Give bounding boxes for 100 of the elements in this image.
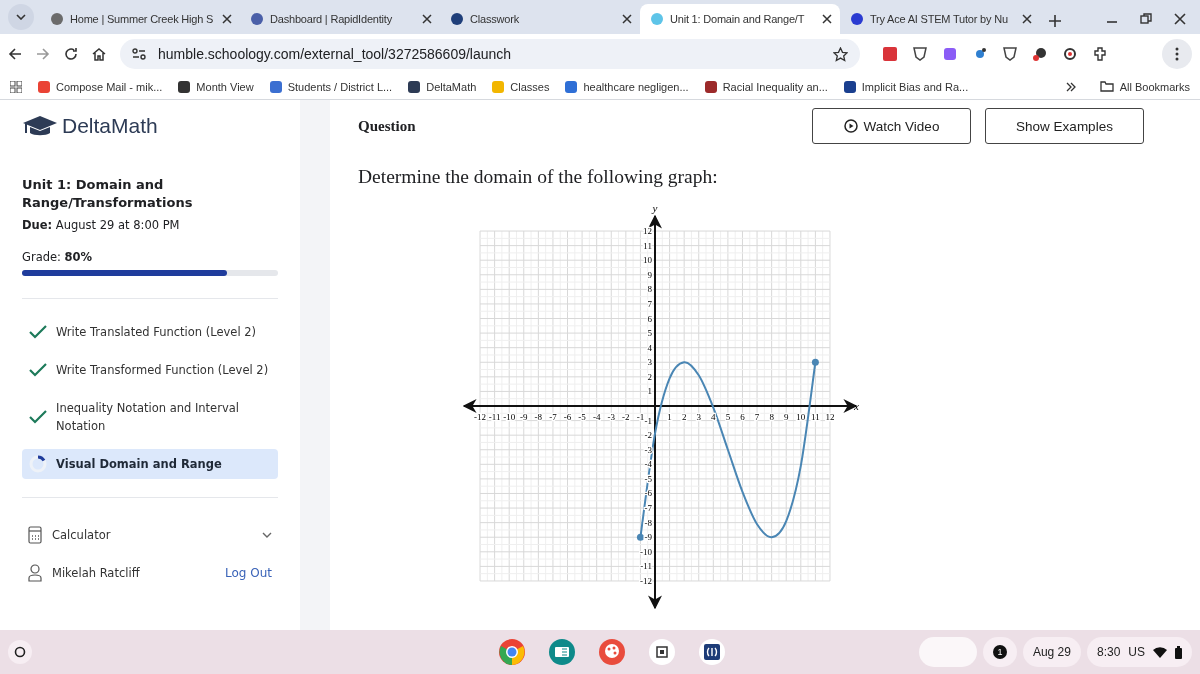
restore-icon[interactable] <box>1140 13 1152 25</box>
tab-search-button[interactable] <box>8 4 34 30</box>
extension-icon[interactable] <box>912 46 928 62</box>
tick-label: 3 <box>696 412 701 422</box>
tick-label: 1 <box>667 412 672 422</box>
tick-label: -12 <box>474 412 487 422</box>
menu-icon <box>1175 47 1179 61</box>
tick-label: -2 <box>644 430 652 441</box>
bookmark[interactable]: Month View <box>178 80 254 93</box>
tick-label: 4 <box>711 412 716 422</box>
grade-label: Grade: 80% <box>22 250 94 264</box>
tick-label: -10 <box>503 412 516 422</box>
graduation-cap-icon <box>22 114 58 138</box>
close-icon[interactable] <box>422 14 432 24</box>
bookmark[interactable]: Racial Inequality an... <box>704 80 828 93</box>
tick-label: -1 <box>636 412 645 422</box>
tick-label: -11 <box>640 561 652 572</box>
tick-label: -7 <box>549 412 557 422</box>
extension-icon[interactable] <box>1092 46 1108 62</box>
tick-label: 11 <box>643 240 652 251</box>
skill-item[interactable]: Visual Domain and Range <box>22 449 278 479</box>
close-icon[interactable] <box>1174 13 1186 25</box>
extension-icon[interactable] <box>1032 46 1048 62</box>
axis-label: y <box>652 202 658 214</box>
chevron-down-icon <box>16 14 26 20</box>
bookmark[interactable]: Classes <box>492 80 550 93</box>
user-icon <box>28 564 42 582</box>
play-icon <box>843 119 858 133</box>
close-icon[interactable] <box>622 14 632 24</box>
due-date: Due: August 29 at 8:00 PM <box>22 218 181 232</box>
examples-button[interactable]: Show Examples <box>985 108 1144 144</box>
extension-icon[interactable] <box>1062 46 1078 62</box>
bookmark[interactable]: Implicit Bias and Ra... <box>843 80 969 93</box>
tick-label: 7 <box>754 412 760 422</box>
user-name: Mikelah Ratcliff <box>52 566 140 580</box>
home-icon[interactable] <box>92 47 106 61</box>
tick-label: 3 <box>647 357 652 368</box>
section-heading: Question <box>358 117 416 135</box>
tick-label: 12 <box>643 226 652 237</box>
double-chevron-icon[interactable] <box>1065 81 1076 92</box>
tick-label: 6 <box>647 313 652 324</box>
calculator-menu[interactable]: Calculator <box>22 516 278 554</box>
back-arrow-icon[interactable] <box>8 47 22 61</box>
plus-icon[interactable] <box>1048 14 1062 28</box>
chevron-down-icon <box>262 532 272 538</box>
circle-icon <box>14 646 26 658</box>
browser-tab[interactable]: Dashboard | RapidIdentity <box>240 4 440 34</box>
date-button[interactable]: Aug 29 <box>1022 637 1081 667</box>
app-icon[interactable] <box>648 638 676 666</box>
tick-label: -4 <box>592 412 601 422</box>
check-icon <box>28 410 48 424</box>
reload-icon[interactable] <box>64 47 78 61</box>
bookmark[interactable]: Compose Mail - mik... <box>38 80 163 93</box>
extension-icon[interactable] <box>1002 46 1018 62</box>
bookmark[interactable]: healthcare negligen... <box>565 80 689 93</box>
tick-label: 8 <box>647 284 652 295</box>
tick-label: 10 <box>796 412 806 422</box>
browser-tab[interactable]: Unit 1: Domain and Range/T <box>640 4 840 34</box>
app-icon[interactable] <box>698 638 726 666</box>
skill-item[interactable]: Write Translated Function (Level 2) <box>22 317 278 347</box>
battery-icon <box>1175 645 1182 659</box>
launcher-button[interactable] <box>8 640 32 664</box>
tick-label: -7 <box>644 503 652 514</box>
calculator-icon <box>28 526 42 544</box>
bookmark-folder[interactable]: All Bookmarks <box>1099 80 1190 93</box>
tick-label: 12 <box>825 412 835 422</box>
notification-button[interactable]: 1 <box>982 637 1017 667</box>
logout-link[interactable]: Log Out <box>225 566 272 580</box>
address-bar[interactable]: humble.schoology.com/external_tool/3272586609/launch <box>120 39 860 69</box>
tick-label: -3 <box>607 412 615 422</box>
browser-tab[interactable]: Home | Summer Creek High S <box>40 4 240 34</box>
bookmark[interactable]: Students / District L... <box>269 80 393 93</box>
tick-label: 9 <box>647 269 652 280</box>
browser-tab[interactable]: Try Ace AI STEM Tutor by Nu <box>840 4 1040 34</box>
forward-arrow-icon[interactable] <box>36 47 50 61</box>
close-icon[interactable] <box>1022 14 1032 24</box>
status-area[interactable]: 8:30 US <box>1086 637 1192 667</box>
assignment-title: Unit 1: Domain and Range/Transformations <box>22 176 194 212</box>
tick-label: 2 <box>647 371 652 382</box>
tick-label: -3 <box>644 444 652 455</box>
browser-tab[interactable]: Classwork <box>440 4 640 34</box>
site-settings-icon[interactable] <box>132 48 146 60</box>
tick-label: 7 <box>647 298 652 309</box>
tick-label: -5 <box>578 412 586 422</box>
tick-label: -9 <box>644 532 652 543</box>
screen-thumbnail[interactable] <box>918 637 977 667</box>
apps-grid-icon[interactable] <box>10 80 22 93</box>
star-icon[interactable] <box>833 46 848 62</box>
tick-label: -8 <box>534 412 543 422</box>
bookmark[interactable]: DeltaMath <box>408 80 477 93</box>
watch-video-button[interactable]: Watch Video <box>812 108 971 144</box>
check-icon <box>28 363 48 377</box>
close-icon[interactable] <box>822 14 832 24</box>
tick-label: -10 <box>640 546 652 557</box>
tick-label: 10 <box>643 255 652 266</box>
skill-item[interactable]: Write Transformed Function (Level 2) <box>22 355 278 385</box>
close-icon[interactable] <box>222 14 232 24</box>
skill-item[interactable]: Inequality Notation and Interval Notation <box>22 393 278 441</box>
clock-text: 8:30 <box>1096 645 1121 659</box>
tick-label: -1 <box>644 415 652 426</box>
